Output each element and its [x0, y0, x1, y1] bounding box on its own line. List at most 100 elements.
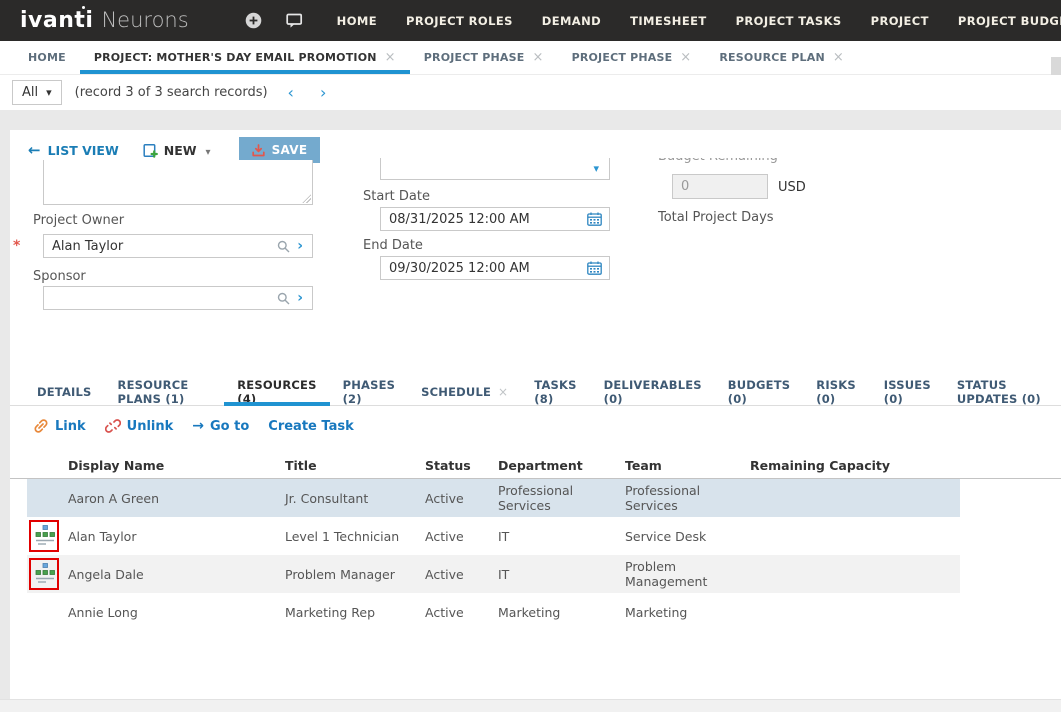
next-record-icon[interactable]: [320, 85, 326, 101]
tab-resource-plan[interactable]: RESOURCE PLAN: [705, 41, 858, 74]
project-owner-label: Project Owner: [33, 213, 124, 228]
open-record-chevron-icon[interactable]: [290, 238, 312, 254]
link-button[interactable]: Link: [33, 418, 86, 434]
cell-title: Jr. Consultant: [285, 491, 425, 506]
cell-display-name: Alan Taylor: [27, 529, 285, 544]
list-view-button[interactable]: LIST VIEW: [28, 141, 119, 159]
close-icon[interactable]: [498, 385, 508, 399]
column-header-status[interactable]: Status: [425, 458, 498, 473]
tab-budgets[interactable]: BUDGETS (0): [715, 378, 803, 405]
tab-resource-plans[interactable]: RESOURCE PLANS (1): [105, 378, 225, 405]
column-header-display-name[interactable]: Display Name: [27, 458, 285, 473]
add-new-icon[interactable]: [245, 12, 262, 29]
open-record-chevron-icon[interactable]: [290, 290, 312, 306]
menu-item-demand[interactable]: DEMAND: [542, 14, 601, 28]
tab-resources[interactable]: RESOURCES (4): [224, 378, 329, 405]
start-date-input[interactable]: [381, 212, 587, 227]
unlink-icon: [105, 418, 121, 434]
menu-item-project[interactable]: PROJECT: [871, 14, 929, 28]
top-navigation-bar: ivanti Neurons HOME PROJECT ROLES DEMAND…: [0, 0, 1061, 41]
close-icon[interactable]: [385, 50, 396, 65]
brand-product: Neurons: [101, 8, 188, 32]
cell-status: Active: [425, 567, 498, 582]
cell-title: Marketing Rep: [285, 605, 425, 620]
search-icon[interactable]: [277, 240, 290, 253]
sponsor-field[interactable]: [43, 286, 313, 310]
tab-risks[interactable]: RISKS (0): [803, 378, 871, 405]
budget-remaining-label-clipped: Budget Remaining: [658, 158, 788, 166]
close-icon[interactable]: [532, 50, 543, 65]
main-menu: HOME PROJECT ROLES DEMAND TIMESHEET PROJ…: [337, 14, 1061, 28]
calendar-icon[interactable]: [587, 261, 609, 275]
brand-name: ivanti: [20, 8, 93, 33]
column-header-title[interactable]: Title: [285, 458, 425, 473]
tab-project-mothers-day-email-promotion[interactable]: PROJECT: MOTHER'S DAY EMAIL PROMOTION: [80, 41, 410, 74]
table-row-alan-taylor[interactable]: Alan Taylor Level 1 Technician Active IT…: [10, 517, 1061, 555]
tab-details[interactable]: DETAILS: [24, 378, 105, 405]
menu-item-timesheet[interactable]: TIMESHEET: [630, 14, 707, 28]
calendar-icon[interactable]: [587, 212, 609, 226]
search-icon[interactable]: [277, 292, 290, 305]
close-icon[interactable]: [680, 50, 691, 65]
cell-department: IT: [498, 529, 625, 544]
tab-project-phase-2[interactable]: PROJECT PHASE: [558, 41, 706, 74]
unlink-button[interactable]: Unlink: [105, 418, 174, 434]
previous-record-icon[interactable]: [288, 85, 294, 101]
cell-team: Professional Services: [625, 483, 750, 513]
tab-phases[interactable]: PHASES (2): [330, 378, 409, 405]
menu-item-home[interactable]: HOME: [337, 14, 377, 28]
description-textarea[interactable]: [43, 160, 313, 205]
create-task-button[interactable]: Create Task: [268, 419, 353, 434]
end-date-input[interactable]: [381, 261, 587, 276]
chat-icon[interactable]: [286, 13, 303, 29]
resources-table-body: Aaron A Green Jr. Consultant Active Prof…: [10, 479, 1061, 631]
cell-status: Active: [425, 605, 498, 620]
close-icon[interactable]: [833, 50, 844, 65]
cell-status: Active: [425, 491, 498, 506]
clipped-dropdown-field[interactable]: [380, 158, 610, 180]
tab-deliverables[interactable]: DELIVERABLES (0): [591, 378, 715, 405]
tab-issues[interactable]: ISSUES (0): [871, 378, 944, 405]
go-to-button[interactable]: Go to: [192, 418, 249, 434]
document-tab-bar: HOME PROJECT: MOTHER'S DAY EMAIL PROMOTI…: [0, 41, 1061, 75]
tab-project-phase-1[interactable]: PROJECT PHASE: [410, 41, 558, 74]
cell-team: Service Desk: [625, 529, 750, 544]
record-filter-dropdown[interactable]: All: [12, 80, 62, 105]
tab-schedule[interactable]: SCHEDULE: [408, 378, 521, 405]
resources-table-header: Display Name Title Status Department Tea…: [10, 452, 1061, 479]
menu-item-project-budget-plan[interactable]: PROJECT BUDGET PLAN: [958, 14, 1061, 28]
table-row-annie-long[interactable]: Annie Long Marketing Rep Active Marketin…: [10, 593, 1061, 631]
section-tab-strip: DETAILS RESOURCE PLANS (1) RESOURCES (4)…: [10, 378, 1061, 406]
cell-department: IT: [498, 567, 625, 582]
required-asterisk: [13, 238, 20, 254]
chevron-down-icon: [203, 143, 211, 158]
column-header-department[interactable]: Department: [498, 458, 625, 473]
sponsor-label: Sponsor: [33, 269, 86, 284]
new-button[interactable]: NEW: [143, 143, 211, 158]
start-date-field[interactable]: [380, 207, 610, 231]
resize-handle[interactable]: [302, 194, 311, 203]
tab-scroll-right[interactable]: [1051, 57, 1061, 75]
budget-remaining-field: [672, 174, 768, 199]
arrow-right-icon: [192, 418, 204, 434]
menu-item-project-roles[interactable]: PROJECT ROLES: [406, 14, 513, 28]
currency-label: USD: [778, 180, 806, 195]
tab-tasks[interactable]: TASKS (8): [521, 378, 590, 405]
cell-department: Marketing: [498, 605, 625, 620]
project-owner-field[interactable]: [43, 234, 313, 258]
cell-team: Problem Management: [625, 559, 750, 589]
sponsor-input[interactable]: [44, 291, 277, 306]
tab-status-updates[interactable]: STATUS UPDATES (0): [944, 378, 1061, 405]
cell-status: Active: [425, 529, 498, 544]
total-project-days-label: Total Project Days: [658, 210, 774, 225]
end-date-field[interactable]: [380, 256, 610, 280]
column-header-remaining-capacity[interactable]: Remaining Capacity: [750, 458, 933, 473]
cell-display-name: Aaron A Green: [27, 491, 285, 506]
table-row-aaron-a-green[interactable]: Aaron A Green Jr. Consultant Active Prof…: [10, 479, 1061, 517]
column-header-team[interactable]: Team: [625, 458, 750, 473]
link-icon: [33, 418, 49, 434]
table-row-angela-dale[interactable]: Angela Dale Problem Manager Active IT Pr…: [10, 555, 1061, 593]
project-owner-input[interactable]: [44, 239, 277, 254]
menu-item-project-tasks[interactable]: PROJECT TASKS: [736, 14, 842, 28]
tab-home[interactable]: HOME: [14, 41, 80, 74]
